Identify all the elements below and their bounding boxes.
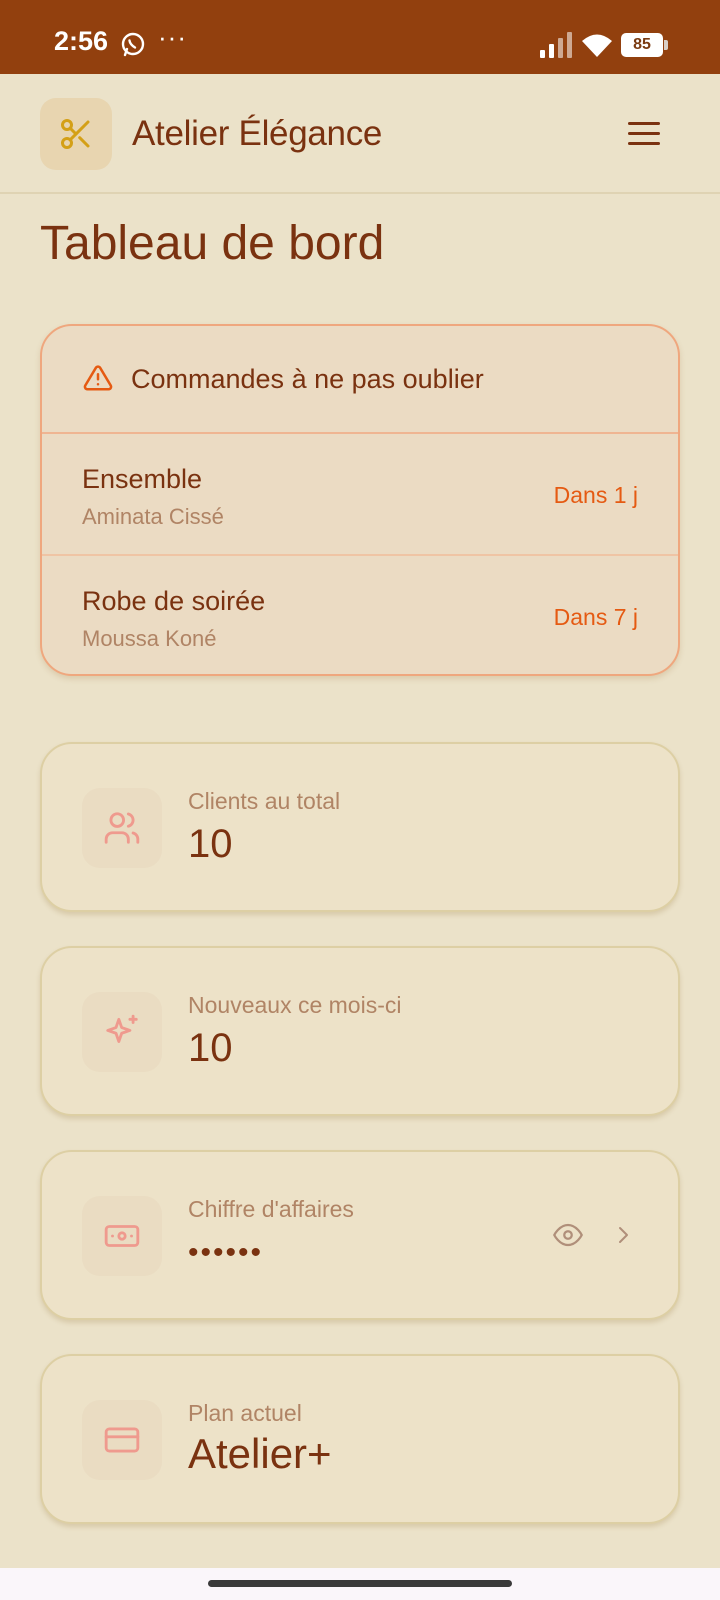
- users-icon: [104, 812, 140, 844]
- hamburger-menu-icon[interactable]: [622, 114, 666, 154]
- stat-icon-box: [82, 1196, 162, 1276]
- stat-label: Plan actuel: [188, 1400, 302, 1426]
- stat-label: Nouveaux ce mois-ci: [188, 992, 402, 1018]
- reminder-item-due: Dans 1 j: [553, 482, 638, 508]
- notification-overflow-dots: ···: [158, 22, 187, 52]
- status-time: 2:56: [54, 26, 109, 56]
- eye-icon[interactable]: [552, 1220, 584, 1250]
- battery-level: 85: [621, 33, 663, 57]
- credit-card-icon: [104, 1427, 140, 1453]
- reminder-item[interactable]: Ensemble Aminata Cissé Dans 1 j: [42, 434, 678, 556]
- battery-tip: [664, 40, 668, 50]
- banknote-icon: [104, 1225, 140, 1247]
- app-header: Atelier Élégance: [0, 74, 720, 194]
- status-bar: 2:56 ··· 85: [0, 0, 720, 74]
- stat-value: 10: [188, 822, 233, 866]
- signal-icon: [540, 32, 572, 58]
- warning-triangle-icon: [83, 365, 113, 391]
- stat-icon-box: [82, 1400, 162, 1480]
- stat-card-revenue[interactable]: Chiffre d'affaires ••••••: [40, 1150, 680, 1320]
- app-title: Atelier Élégance: [132, 114, 383, 153]
- battery-icon: 85: [621, 33, 671, 57]
- reminder-item-name: Ensemble: [82, 464, 203, 494]
- reminder-item-due: Dans 7 j: [553, 604, 638, 630]
- home-gesture-handle[interactable]: [208, 1580, 512, 1587]
- reminder-item[interactable]: Robe de soirée Moussa Koné Dans 7 j: [42, 556, 678, 674]
- stat-value: Atelier+: [188, 1430, 332, 1477]
- wifi-icon: [582, 34, 612, 57]
- stat-card-new-this-month[interactable]: Nouveaux ce mois-ci 10: [40, 946, 680, 1116]
- system-nav-bar: [0, 1568, 720, 1600]
- page-title: Tableau de bord: [40, 217, 385, 270]
- sparkles-icon: [106, 1014, 138, 1043]
- reminder-item-client: Moussa Koné: [82, 626, 217, 651]
- reminder-card: Commandes à ne pas oublier Ensemble Amin…: [40, 324, 680, 676]
- app-logo[interactable]: [40, 98, 112, 170]
- stat-label: Chiffre d'affaires: [188, 1196, 354, 1222]
- chevron-right-icon[interactable]: [614, 1222, 634, 1248]
- reminder-item-name: Robe de soirée: [82, 586, 266, 616]
- stat-icon-box: [82, 788, 162, 868]
- stat-icon-box: [82, 992, 162, 1072]
- reminder-header: Commandes à ne pas oublier: [42, 326, 678, 434]
- stat-value-hidden: ••••••: [188, 1236, 264, 1269]
- scissors-icon: [61, 119, 90, 149]
- whatsapp-icon: [121, 32, 145, 57]
- stat-card-plan[interactable]: Plan actuel Atelier+: [40, 1354, 680, 1524]
- reminder-item-client: Aminata Cissé: [82, 504, 224, 529]
- reminder-title: Commandes à ne pas oublier: [131, 364, 484, 394]
- stat-card-clients-total[interactable]: Clients au total 10: [40, 742, 680, 912]
- stat-value: 10: [188, 1026, 233, 1070]
- stat-label: Clients au total: [188, 788, 341, 814]
